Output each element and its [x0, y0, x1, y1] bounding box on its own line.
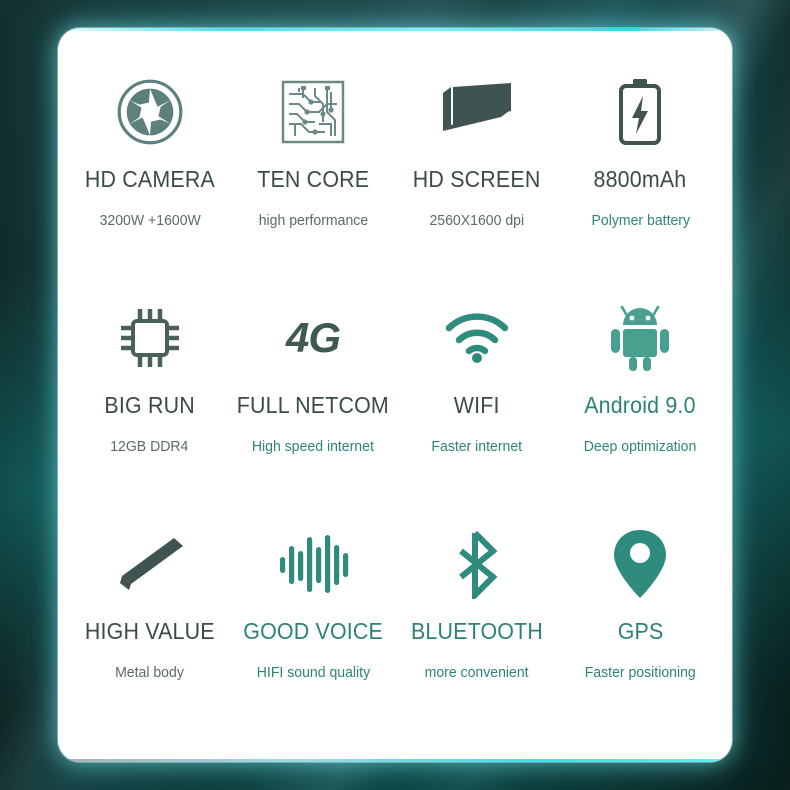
android-robot-icon	[609, 296, 671, 380]
cpu-chip-icon	[115, 296, 185, 380]
feature-subtitle: Polymer battery	[591, 213, 690, 229]
screen-icon	[437, 70, 517, 154]
location-pin-icon	[612, 522, 668, 606]
feature-cell-gps: GPS Faster positioning	[559, 506, 722, 732]
feature-subtitle: HIFI sound quality	[257, 665, 370, 681]
feature-cell-hd-screen: HD SCREEN 2560X1600 dpi	[395, 54, 558, 280]
feature-cell-bluetooth: BLUETOOTH more convenient	[395, 506, 558, 732]
feature-subtitle: more convenient	[425, 665, 529, 681]
feature-title: BLUETOOTH	[411, 618, 543, 645]
feature-cell-hd-camera: HD CAMERA 3200W +1600W	[68, 54, 231, 280]
feature-cell-full-netcom: 4G FULL NETCOM High speed internet	[231, 280, 395, 506]
feature-title: BIG RUN	[104, 392, 194, 419]
feature-cell-high-value: HIGH VALUE Metal body	[68, 506, 231, 732]
feature-title: FULL NETCOM	[237, 392, 389, 419]
feature-subtitle: Faster internet	[431, 439, 522, 455]
feature-title: HD SCREEN	[413, 166, 541, 193]
feature-subtitle: 3200W +1600W	[99, 213, 200, 229]
feature-subtitle: Faster positioning	[585, 665, 696, 681]
feature-subtitle: High speed internet	[252, 439, 374, 455]
feature-title: HD CAMERA	[85, 166, 215, 193]
feature-grid: HD CAMERA 3200W +1600W	[58, 28, 732, 762]
feature-subtitle: 12GB DDR4	[111, 439, 189, 455]
feature-cell-big-run: BIG RUN 12GB DDR4	[68, 280, 231, 506]
feature-cell-battery: 8800mAh Polymer battery	[559, 54, 722, 280]
wifi-icon	[443, 296, 511, 380]
sound-wave-icon	[277, 522, 349, 606]
feature-title: GOOD VOICE	[243, 618, 383, 645]
circuit-board-icon	[281, 70, 345, 154]
feature-cell-android: Android 9.0 Deep optimization	[559, 280, 722, 506]
feature-subtitle: Deep optimization	[584, 439, 697, 455]
feature-cell-ten-core: TEN CORE high performance	[231, 54, 395, 280]
feature-spec-card: HD CAMERA 3200W +1600W	[58, 28, 732, 762]
feature-title: TEN CORE	[257, 166, 369, 193]
feature-title: WIFI	[454, 392, 500, 419]
camera-aperture-icon	[116, 70, 184, 154]
feature-subtitle: high performance	[259, 213, 368, 229]
svg-text:4G: 4G	[285, 314, 340, 361]
feature-title: Android 9.0	[585, 392, 696, 419]
metal-bar-icon	[111, 522, 189, 606]
feature-cell-good-voice: GOOD VOICE HIFI sound quality	[231, 506, 395, 732]
feature-title: GPS	[617, 618, 663, 645]
feature-title: 8800mAh	[594, 166, 687, 193]
bluetooth-icon	[451, 522, 503, 606]
4g-network-icon: 4G	[270, 296, 356, 380]
feature-title: HIGH VALUE	[85, 618, 215, 645]
feature-subtitle: Metal body	[115, 665, 184, 681]
feature-cell-wifi: WIFI Faster internet	[395, 280, 558, 506]
battery-bolt-icon	[612, 70, 668, 154]
feature-subtitle: 2560X1600 dpi	[429, 213, 524, 229]
